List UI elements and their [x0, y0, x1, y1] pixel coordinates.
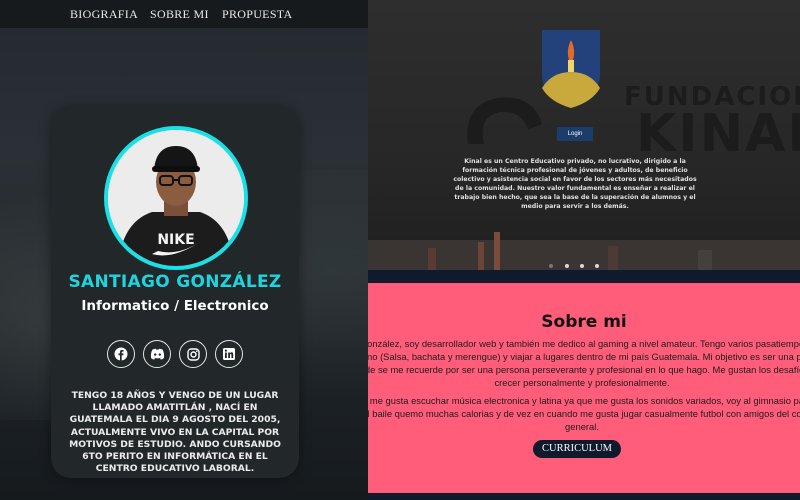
kinal-crest-icon	[542, 30, 600, 108]
linkedin-link[interactable]	[215, 340, 243, 368]
carousel-dot-1[interactable]	[549, 264, 553, 268]
nav-sobre-mi[interactable]: SOBRE MI	[150, 7, 209, 22]
profile-name: SANTIAGO GONZÁLEZ	[68, 272, 282, 292]
discord-icon	[150, 348, 164, 360]
avatar: NIKE	[104, 126, 248, 270]
about-title: Sobre mi	[541, 312, 627, 332]
about-line-3: nde se me recuerde por ser una persona p…	[368, 364, 800, 375]
hero-section: FUNDACION KINAL Login Kinal es un Centro…	[368, 0, 800, 270]
carousel-dot-3[interactable]	[580, 264, 584, 268]
about-line-1: González, soy desarrollador web y tambié…	[368, 338, 800, 349]
hero-bg-logo-shape	[467, 97, 542, 144]
hero-bg-scene	[368, 232, 800, 270]
profile-bio: TENGO 18 AÑOS Y VENGO DE UN LUGAR LLAMAD…	[69, 390, 281, 475]
carousel-dot-4[interactable]	[595, 264, 599, 268]
avatar-photo: NIKE	[108, 130, 244, 266]
carousel-dot-2[interactable]	[565, 264, 569, 268]
login-button[interactable]: Login	[557, 127, 593, 141]
linkedin-icon	[223, 348, 235, 360]
hero-bg-text-kinal: KINAL	[636, 104, 800, 164]
about-line-6: el baile quemo muchas calorias y de vez …	[368, 408, 800, 419]
about-line-7: general.	[565, 421, 599, 432]
nav-propuesta[interactable]: PROPUESTA	[222, 7, 292, 22]
top-nav: BIOGRAFIA SOBRE MI PROPUESTA	[0, 0, 368, 28]
curriculum-button[interactable]: CURRICULUM	[533, 440, 621, 458]
about-line-4: crecer personalmente y profesionalmente.	[494, 377, 670, 388]
hero-description: Kinal es un Centro Educativo privado, no…	[453, 158, 697, 210]
about-panel: Sobre mi González, soy desarrollador web…	[368, 283, 800, 493]
facebook-link[interactable]	[107, 340, 135, 368]
profile-page: BIOGRAFIA SOBRE MI PROPUESTA NIKE SANTIA…	[0, 0, 368, 500]
profile-card: NIKE SANTIAGO GONZÁLEZ Informatico / Ele…	[51, 108, 299, 478]
social-links	[107, 340, 243, 368]
instagram-icon	[186, 347, 200, 361]
profile-role: Informatico / Electronico	[81, 298, 269, 314]
discord-link[interactable]	[143, 340, 171, 368]
about-line-5: al me gusta escuchar música electronica …	[368, 395, 800, 406]
nav-biografia[interactable]: BIOGRAFIA	[70, 7, 138, 22]
shirt-logo-text: NIKE	[157, 232, 194, 248]
instagram-link[interactable]	[179, 340, 207, 368]
about-line-2: tino (Salsa, bachata y merengue) y viaja…	[368, 351, 800, 362]
facebook-icon	[114, 347, 128, 361]
about-section: Sobre mi González, soy desarrollador web…	[368, 270, 800, 500]
